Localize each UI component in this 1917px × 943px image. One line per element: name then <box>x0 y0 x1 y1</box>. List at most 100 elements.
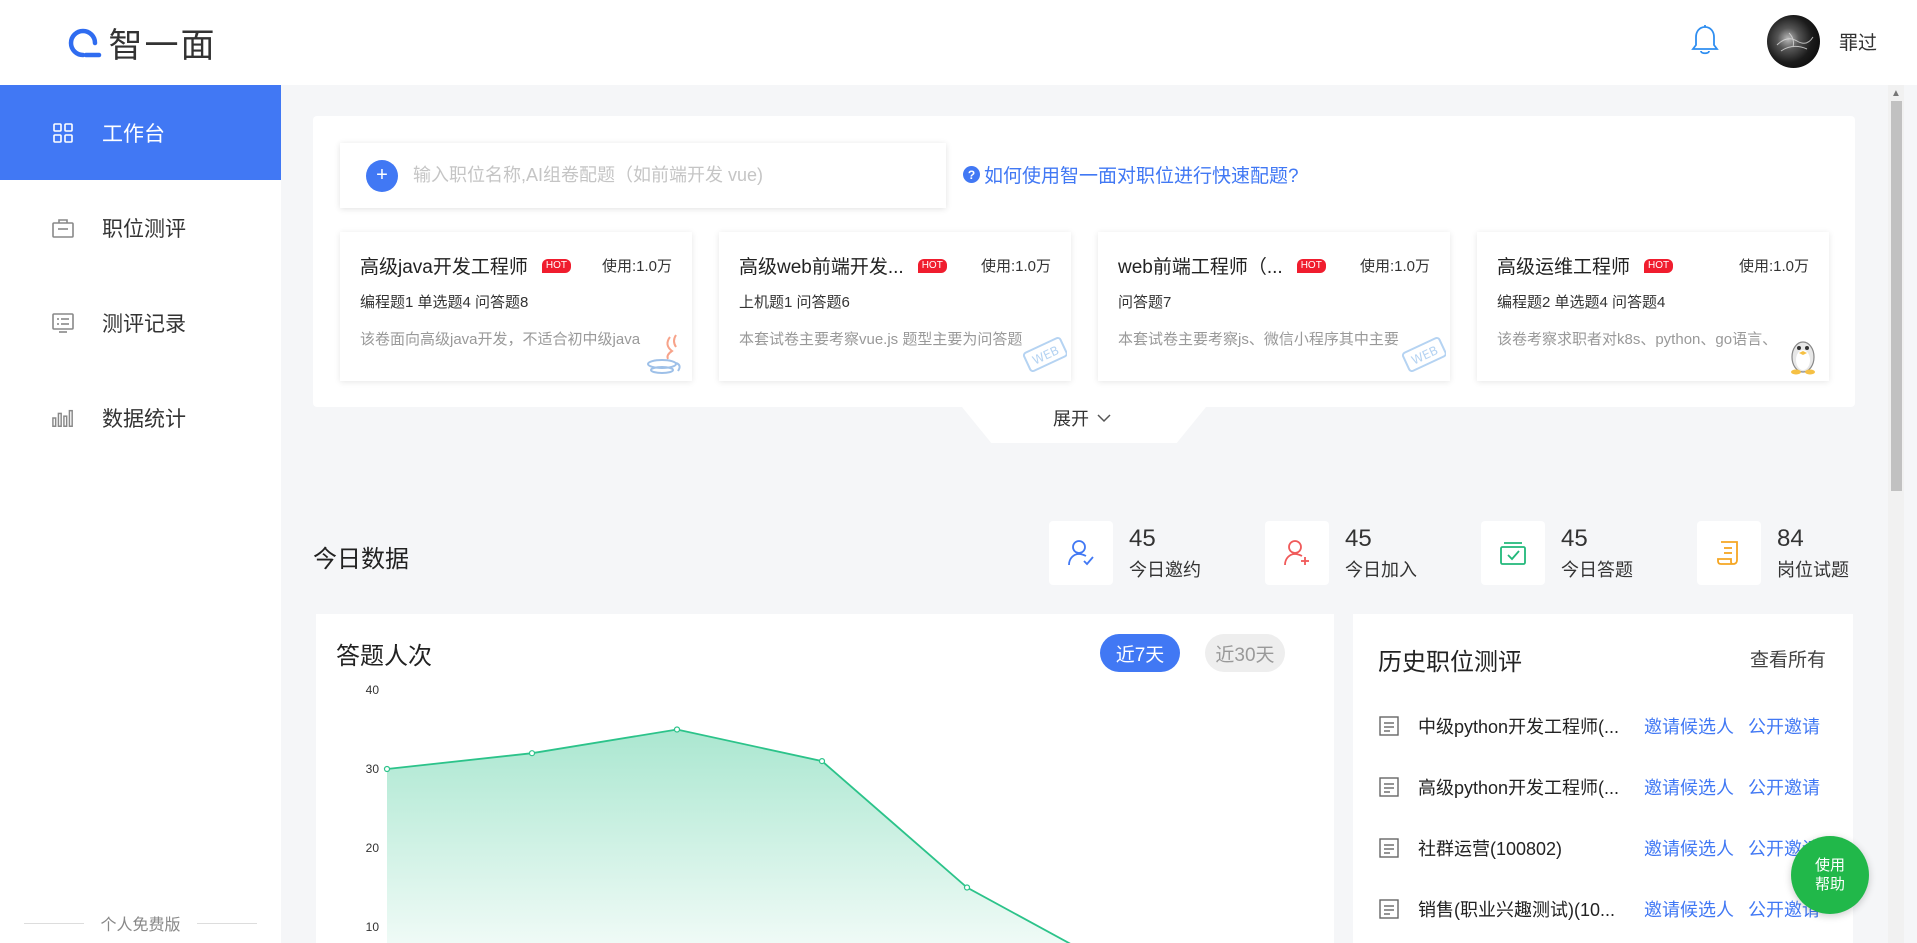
hot-badge: HOT <box>917 258 947 273</box>
invite-candidate-link[interactable]: 邀请候选人 <box>1644 896 1734 922</box>
invite-candidate-link[interactable]: 邀请候选人 <box>1644 713 1734 739</box>
sidebar-item-job-eval[interactable]: 职位测评 <box>0 180 281 275</box>
hot-badge: HOT <box>1644 258 1674 273</box>
question-summary: 上机题1 问答题6 <box>739 294 850 311</box>
history-job-name[interactable]: 社群运营(100802) <box>1418 835 1630 861</box>
job-title: 高级java开发工程师 <box>360 257 528 278</box>
job-card[interactable]: 高级web前端开发... HOT 使用:1.0万 上机题1 问答题6 本套试卷主… <box>719 232 1071 381</box>
stat-label: 今日邀约 <box>1129 560 1201 580</box>
svg-text:WEB: WEB <box>1409 343 1440 367</box>
java-icon <box>647 334 681 374</box>
y-tick-label: 20 <box>366 841 380 855</box>
usage-count: 使用:1.0万 <box>1738 258 1809 275</box>
add-button[interactable]: + <box>366 159 398 192</box>
inbox-check-icon <box>1481 521 1545 585</box>
job-card[interactable]: web前端工程师（... HOT 使用:1.0万 问答题7 本套试卷主要考察js… <box>1098 232 1450 381</box>
document-icon <box>1379 838 1399 858</box>
expand-button[interactable]: 展开 <box>1053 405 1111 431</box>
question-summary: 编程题2 单选题4 问答题4 <box>1497 294 1666 311</box>
job-description: 本套试卷主要考察vue.js 题型主要为问答题 <box>739 331 1023 348</box>
stat-today-invites: 45 今日邀约 <box>1049 521 1201 585</box>
sidebar-item-eval-records[interactable]: 测评记录 <box>0 275 281 370</box>
data-point[interactable] <box>963 884 971 891</box>
stat-job-questions: 84 岗位试题 <box>1697 521 1849 585</box>
scrollbar-thumb[interactable] <box>1891 101 1902 491</box>
public-invite-link[interactable]: 公开邀请 <box>1748 774 1820 800</box>
expand-label: 展开 <box>1053 409 1089 429</box>
invite-candidate-link[interactable]: 邀请候选人 <box>1644 774 1734 800</box>
sidebar-item-label: 工作台 <box>102 122 165 146</box>
y-tick-label: 30 <box>366 762 380 776</box>
job-card[interactable]: 高级java开发工程师 HOT 使用:1.0万 编程题1 单选题4 问答题8 该… <box>340 232 692 381</box>
linux-penguin-icon <box>1791 341 1815 375</box>
sidebar-item-label: 测评记录 <box>102 312 186 336</box>
scroll-doc-icon <box>1697 521 1761 585</box>
question-summary: 问答题7 <box>1118 294 1172 311</box>
today-data-title: 今日数据 <box>313 546 409 573</box>
stat-label: 今日答题 <box>1561 560 1633 580</box>
web-stamp-icon: WEB <box>1022 336 1067 373</box>
plan-label: 个人免费版 <box>0 903 281 943</box>
scroll-up-arrow-icon[interactable]: ▲ <box>1891 88 1901 99</box>
history-job-name[interactable]: 高级python开发工程师(... <box>1418 774 1630 800</box>
answers-chart-card: 40 30 20 10 答题人次 近7天 近30天 <box>316 614 1334 943</box>
divider <box>196 922 257 924</box>
history-job-name[interactable]: 销售(职业兴趣测试)(10... <box>1418 896 1630 922</box>
bell-icon[interactable] <box>1690 24 1720 56</box>
question-summary: 编程题1 单选题4 问答题8 <box>360 294 529 311</box>
sidebar-item-workbench[interactable]: 工作台 <box>0 85 281 180</box>
sidebar-item-statistics[interactable]: 数据统计 <box>0 370 281 465</box>
job-title: 高级web前端开发... <box>739 257 904 278</box>
divider <box>24 922 85 924</box>
username[interactable]: 罪过 <box>1839 28 1877 55</box>
history-row: 社群运营(100802) 邀请候选人 公开邀请 <box>1378 835 1833 861</box>
stat-label: 今日加入 <box>1345 560 1417 580</box>
job-description: 该卷面向高级java开发，不适合初中级java <box>360 331 641 348</box>
help-link-text: 如何使用智一面对职位进行快速配题? <box>984 166 1299 187</box>
svg-text:WEB: WEB <box>1030 343 1061 367</box>
invite-candidate-link[interactable]: 邀请候选人 <box>1644 835 1734 861</box>
history-evaluations-card: 历史职位测评 查看所有 中级python开发工程师(... 邀请候选人 公开邀请… <box>1353 614 1853 943</box>
job-search-box: + <box>340 143 946 208</box>
range-30-days-button[interactable]: 近30天 <box>1205 634 1285 672</box>
stat-today-joined: 45 今日加入 <box>1265 521 1417 585</box>
history-job-name[interactable]: 中级python开发工程师(... <box>1418 713 1630 739</box>
area-fill <box>387 729 1112 943</box>
sidebar: 智一面 工作台 职位测评 测评记录 数据统计 个人免费版 <box>0 0 281 943</box>
job-title: web前端工程师（... <box>1118 257 1283 278</box>
user-add-icon <box>1265 521 1329 585</box>
data-point[interactable] <box>673 726 681 733</box>
document-icon <box>1379 716 1399 736</box>
chart-title: 答题人次 <box>336 643 432 670</box>
hot-badge: HOT <box>541 258 571 273</box>
view-all-link[interactable]: 查看所有 <box>1750 645 1826 672</box>
history-title: 历史职位测评 <box>1378 649 1522 676</box>
record-list-icon <box>52 312 74 334</box>
web-stamp-icon: WEB <box>1401 336 1446 373</box>
job-search-input[interactable] <box>413 165 893 186</box>
range-7-days-button[interactable]: 近7天 <box>1100 634 1180 672</box>
topbar <box>281 0 1917 85</box>
help-fab-button[interactable]: 使用 帮助 <box>1791 836 1869 914</box>
sidebar-item-label: 数据统计 <box>102 407 186 431</box>
job-card-list: 高级java开发工程师 HOT 使用:1.0万 编程题1 单选题4 问答题8 该… <box>340 232 1829 381</box>
data-point[interactable] <box>818 758 826 765</box>
grid-icon <box>52 122 74 144</box>
job-card[interactable]: 高级运维工程师 HOT 使用:1.0万 编程题2 单选题4 问答题4 该卷考察求… <box>1477 232 1829 381</box>
user-check-icon <box>1049 521 1113 585</box>
usage-count: 使用:1.0万 <box>1359 258 1430 275</box>
data-point[interactable] <box>528 750 536 757</box>
data-point[interactable] <box>383 765 391 773</box>
y-tick-label: 10 <box>366 920 380 934</box>
app-logo[interactable]: 智一面 <box>0 0 281 85</box>
sidebar-item-label: 职位测评 <box>102 217 186 241</box>
avatar[interactable] <box>1767 15 1820 68</box>
document-icon <box>1379 777 1399 797</box>
help-link[interactable]: ? 如何使用智一面对职位进行快速配题? <box>963 161 1299 188</box>
stat-value: 45 <box>1345 525 1372 552</box>
stat-value: 45 <box>1561 525 1588 552</box>
public-invite-link[interactable]: 公开邀请 <box>1748 713 1820 739</box>
help-fab-line2: 帮助 <box>1814 876 1845 893</box>
quick-paper-card: + ? 如何使用智一面对职位进行快速配题? 高级java开发工程师 HOT 使用… <box>313 116 1855 407</box>
area-chart: 40 30 20 10 <box>366 683 1112 943</box>
